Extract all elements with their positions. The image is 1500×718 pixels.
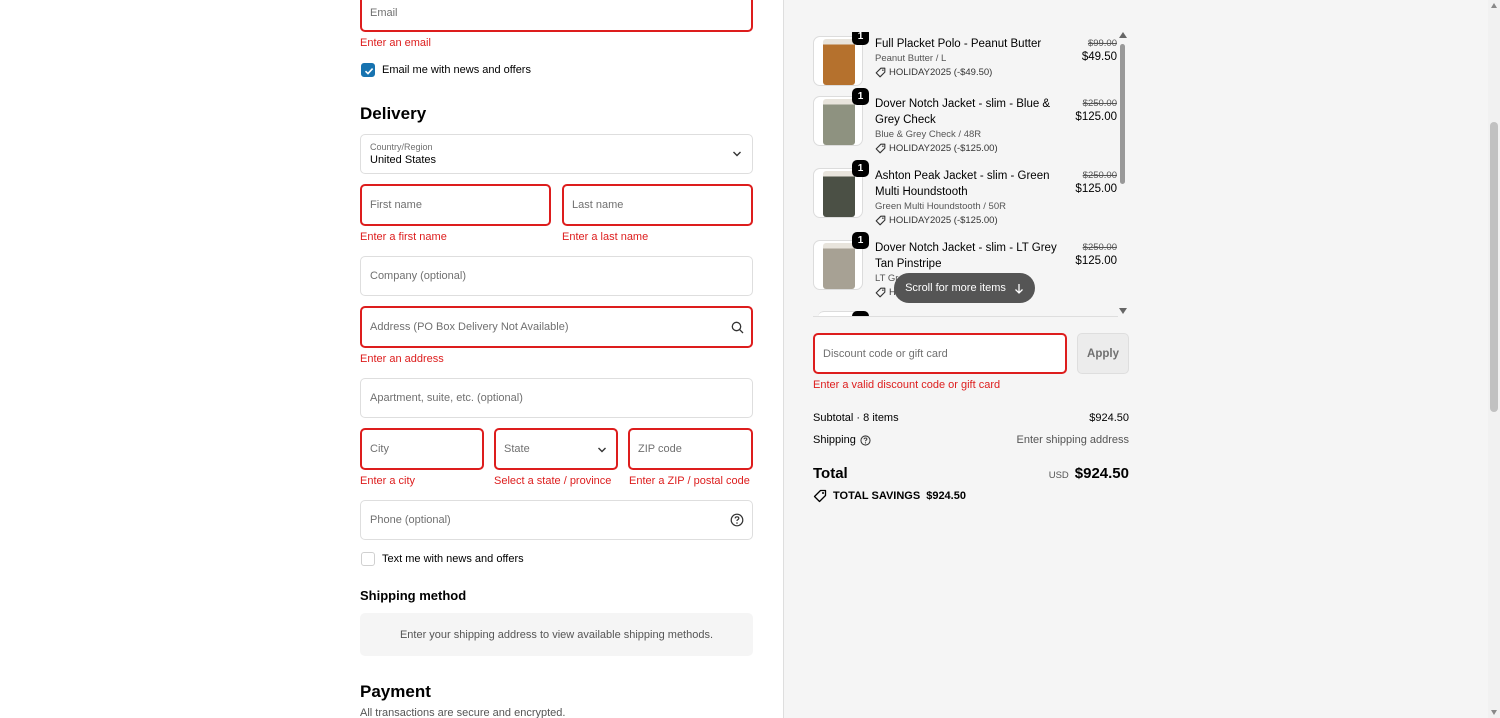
cart-list-divider	[813, 316, 1118, 317]
page-scroll-thumb[interactable]	[1490, 122, 1498, 412]
discount-code: HOLIDAY2025 (-$49.50)	[889, 67, 993, 78]
product-image	[823, 99, 855, 145]
discount-error: Enter a valid discount code or gift card	[813, 379, 1001, 391]
product-name: Full Placket Polo - Peanut Butter	[875, 38, 1042, 50]
state-placeholder: State	[504, 443, 530, 455]
quantity-badge: 1	[852, 32, 869, 45]
product-name: Dover Notch Jacket - slim - LT Grey Tan …	[875, 242, 1057, 270]
sale-price: $125.00	[1075, 111, 1117, 123]
tag-icon	[875, 143, 886, 154]
text-news-checkbox[interactable]	[361, 552, 375, 566]
discount-code: HOLIDAY2025 (-$125.00)	[889, 215, 998, 226]
quantity-badge: 1	[852, 160, 869, 177]
zip-field[interactable]: ZIP code	[628, 428, 753, 470]
chevron-down-icon	[598, 447, 606, 453]
apartment-placeholder: Apartment, suite, etc. (optional)	[370, 392, 523, 404]
cart-list-scrollbar[interactable]	[1119, 32, 1127, 316]
text-news-label: Text me with news and offers	[382, 553, 524, 565]
shipping-value: Enter shipping address	[1016, 434, 1129, 446]
scroll-for-more-button[interactable]: Scroll for more items	[894, 273, 1035, 303]
product-image	[823, 39, 855, 85]
product-name: Dover Notch Jacket - slim - Blue & Grey …	[875, 98, 1051, 126]
product-variant: Peanut Butter / L	[875, 53, 947, 64]
product-discount: HOLIDAY2025 (-$125.00)	[875, 215, 998, 226]
product-name: Ashton Peak Jacket - slim - Green Multi …	[875, 170, 1050, 198]
quantity-badge: 1	[852, 232, 869, 249]
shipping-method-heading: Shipping method	[360, 588, 467, 603]
city-field[interactable]: City	[360, 428, 484, 470]
city-error: Enter a city	[360, 475, 416, 487]
savings-value: $924.50	[926, 490, 966, 502]
address-error: Enter an address	[360, 353, 444, 365]
original-price: $99.00	[1087, 38, 1117, 49]
address-placeholder: Address (PO Box Delivery Not Available)	[370, 321, 569, 333]
apply-discount-button[interactable]: Apply	[1077, 333, 1129, 374]
page-scroll-up-arrow-icon[interactable]	[1491, 3, 1497, 8]
city-placeholder: City	[370, 443, 389, 455]
product-variant: Blue & Grey Check / 48R	[875, 129, 982, 140]
help-circle-icon[interactable]	[730, 513, 744, 527]
scroll-hint-label: Scroll for more items	[905, 282, 1006, 294]
currency-code: USD	[1048, 470, 1069, 481]
tag-icon	[875, 67, 886, 78]
cart-line-item: 1 Full Placket Polo - Peanut Butter Peanut…	[813, 32, 1118, 96]
savings-label: TOTAL SAVINGS	[833, 490, 921, 502]
tag-icon	[875, 215, 886, 226]
tag-icon	[875, 287, 886, 298]
phone-placeholder: Phone (optional)	[370, 514, 451, 526]
arrow-down-icon	[1014, 283, 1023, 294]
sale-price: $49.50	[1081, 51, 1117, 63]
total-label: Total	[813, 465, 848, 482]
shipping-label: Shipping	[813, 434, 856, 446]
zip-placeholder: ZIP code	[638, 443, 682, 455]
discount-code-field[interactable]: Discount code or gift card	[813, 333, 1067, 374]
phone-field[interactable]: Phone (optional)	[360, 500, 753, 540]
tag-icon	[813, 489, 827, 503]
product-discount: H	[875, 287, 896, 298]
page-scrollbar[interactable]	[1488, 0, 1500, 718]
state-select[interactable]: State	[494, 428, 618, 470]
subtotal-value: $924.50	[1089, 412, 1129, 424]
email-field[interactable]: Email	[360, 0, 753, 32]
original-price: $250.00	[1082, 242, 1117, 253]
cart-line-item: 1 Dover Notch Jacket - slim - Blue & Grey…	[813, 88, 1118, 156]
zip-error: Enter a ZIP / postal code	[629, 475, 750, 487]
cart-list-scroll-thumb[interactable]	[1120, 44, 1125, 184]
state-error: Select a state / province	[494, 475, 612, 487]
sale-price: $125.00	[1075, 255, 1117, 267]
total-savings: TOTAL SAVINGS $924.50	[813, 489, 966, 503]
total-value: $924.50	[1074, 465, 1129, 482]
quantity-badge: 1	[852, 88, 869, 105]
email-placeholder: Email	[370, 7, 398, 19]
cart-items-viewport: 1 Full Placket Polo - Peanut Butter Peanut…	[0, 32, 1500, 316]
page-scroll-down-arrow-icon[interactable]	[1491, 710, 1497, 715]
discount-placeholder: Discount code or gift card	[823, 347, 948, 360]
apartment-field[interactable]: Apartment, suite, etc. (optional)	[360, 378, 753, 418]
scroll-up-arrow-icon[interactable]	[1119, 32, 1127, 38]
product-image	[823, 243, 855, 289]
total-amount: USD $924.50	[1049, 465, 1129, 482]
search-icon	[731, 321, 744, 334]
help-circle-icon[interactable]	[860, 435, 871, 446]
product-discount: HOLIDAY2025 (-$125.00)	[875, 143, 998, 154]
product-variant: Green Multi Houndstooth / 50R	[875, 201, 1006, 212]
subtotal-label: Subtotal · 8 items	[813, 412, 899, 424]
discount-code: HOLIDAY2025 (-$125.00)	[889, 143, 998, 154]
sale-price: $125.00	[1075, 183, 1117, 195]
shipping-method-message: Enter your shipping address to view avai…	[399, 628, 714, 641]
shipping-method-placeholder: Enter your shipping address to view avai…	[360, 613, 753, 656]
original-price: $250.00	[1082, 98, 1117, 109]
payment-heading: Payment	[360, 682, 431, 701]
original-price: $250.00	[1082, 170, 1117, 181]
product-image	[823, 171, 855, 217]
scroll-down-arrow-icon[interactable]	[1119, 308, 1127, 314]
product-discount: HOLIDAY2025 (-$49.50)	[875, 67, 992, 78]
payment-subtext: All transactions are secure and encrypte…	[360, 707, 566, 718]
cart-line-item: 1 Ashton Peak Jacket - slim - Green Multi…	[813, 160, 1118, 228]
